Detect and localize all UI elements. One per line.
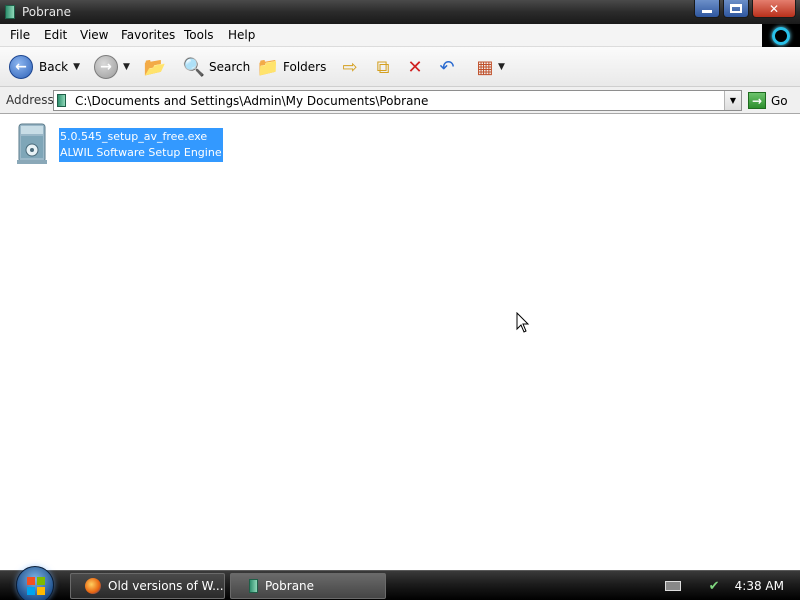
file-selection: 5.0.545_setup_av_free.exe ALWIL Software… xyxy=(59,128,223,162)
go-label: Go xyxy=(771,93,788,108)
system-tray: ✔ 4:38 AM xyxy=(664,571,800,600)
window-controls: ✕ xyxy=(691,0,796,19)
address-label: Address xyxy=(6,93,54,107)
views-button[interactable]: ▦ ▼ xyxy=(474,56,505,78)
start-button[interactable] xyxy=(16,566,54,600)
firefox-icon xyxy=(85,578,101,594)
folder-icon xyxy=(57,94,66,107)
menu-view[interactable]: View xyxy=(80,28,108,42)
back-button[interactable]: ← Back ▼ xyxy=(9,55,80,79)
maximize-button[interactable] xyxy=(723,0,749,18)
menu-edit[interactable]: Edit xyxy=(44,28,67,42)
move-to-icon: ⇨ xyxy=(342,56,358,78)
maximize-icon xyxy=(730,4,742,13)
folders-icon: 📁 xyxy=(256,56,280,78)
keyboard-icon[interactable] xyxy=(664,581,681,591)
copy-to-button[interactable]: ⧉ xyxy=(372,56,394,78)
minimize-icon xyxy=(702,10,712,13)
back-label: Back xyxy=(39,60,69,74)
delete-icon: ✕ xyxy=(407,56,423,78)
minimize-button[interactable] xyxy=(694,0,720,18)
address-path: C:\Documents and Settings\Admin\My Docum… xyxy=(75,94,429,108)
go-arrow-icon: → xyxy=(748,92,766,109)
menu-bar: File Edit View Favorites Tools Help xyxy=(0,24,800,47)
menu-favorites[interactable]: Favorites xyxy=(121,28,175,42)
address-input[interactable]: C:\Documents and Settings\Admin\My Docum… xyxy=(53,90,742,111)
folder-icon xyxy=(5,5,15,19)
taskbar-item-pobrane[interactable]: Pobrane xyxy=(230,573,386,599)
views-icon: ▦ xyxy=(476,56,494,78)
copy-to-icon: ⧉ xyxy=(376,56,390,78)
mouse-cursor-icon xyxy=(516,312,530,333)
forward-button[interactable]: → ▼ xyxy=(94,55,130,79)
file-name: 5.0.545_setup_av_free.exe xyxy=(60,130,208,143)
windows-logo xyxy=(762,24,800,47)
back-arrow-icon: ← xyxy=(9,55,33,79)
file-description: ALWIL Software Setup Engine xyxy=(60,146,222,159)
move-to-button[interactable]: ⇨ xyxy=(339,56,361,78)
taskbar-item-firefox[interactable]: Old versions of W... xyxy=(70,573,225,599)
menu-help[interactable]: Help xyxy=(228,28,255,42)
windows-flag-icon xyxy=(27,577,45,595)
file-list[interactable]: 5.0.545_setup_av_free.exe ALWIL Software… xyxy=(0,114,800,570)
window-title: Pobrane xyxy=(22,5,72,19)
taskbar-item-label: Old versions of W... xyxy=(108,579,224,593)
address-dropdown-icon[interactable]: ▼ xyxy=(724,91,741,110)
menu-file[interactable]: File xyxy=(10,28,30,42)
windows-ring-icon xyxy=(772,26,790,45)
up-folder-icon: 📂 xyxy=(143,56,167,78)
search-icon: 🔍 xyxy=(182,56,206,78)
back-dropdown-icon[interactable]: ▼ xyxy=(73,62,80,72)
forward-dropdown-icon[interactable]: ▼ xyxy=(123,62,130,72)
setup-exe-icon xyxy=(17,123,47,164)
folder-icon xyxy=(249,579,258,593)
taskbar-item-label: Pobrane xyxy=(265,579,315,593)
folders-button[interactable]: 📁 Folders xyxy=(256,56,327,78)
clock[interactable]: 4:38 AM xyxy=(735,579,784,593)
menu-tools[interactable]: Tools xyxy=(184,28,214,42)
address-bar: Address C:\Documents and Settings\Admin\… xyxy=(0,87,800,114)
taskbar: Old versions of W... Pobrane ✔ 4:38 AM xyxy=(0,566,800,600)
close-button[interactable]: ✕ xyxy=(752,0,796,18)
go-button[interactable]: → Go xyxy=(748,92,788,109)
toolbar: ← Back ▼ → ▼ 📂 🔍 Search 📁 Folders ⇨ ⧉ ✕ … xyxy=(0,47,800,87)
network-icon[interactable]: ✔ xyxy=(709,579,725,594)
undo-icon: ↶ xyxy=(439,56,455,78)
search-label: Search xyxy=(209,60,251,74)
views-dropdown-icon[interactable]: ▼ xyxy=(498,62,505,72)
delete-button[interactable]: ✕ xyxy=(404,56,426,78)
forward-arrow-icon: → xyxy=(94,55,118,79)
folders-label: Folders xyxy=(283,60,327,74)
search-button[interactable]: 🔍 Search xyxy=(183,56,250,78)
up-folder-button[interactable]: 📂 xyxy=(144,56,166,78)
close-icon: ✕ xyxy=(768,1,780,16)
undo-button[interactable]: ↶ xyxy=(436,56,458,78)
file-item[interactable]: 5.0.545_setup_av_free.exe ALWIL Software… xyxy=(14,122,224,172)
title-bar[interactable]: Pobrane ✕ xyxy=(0,0,800,24)
